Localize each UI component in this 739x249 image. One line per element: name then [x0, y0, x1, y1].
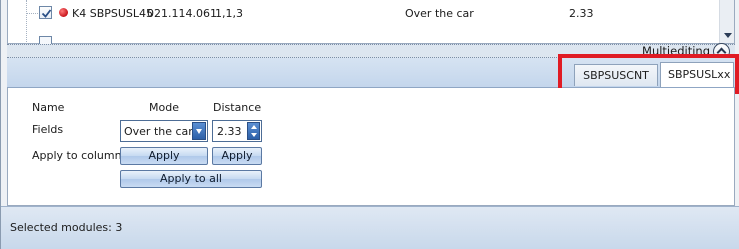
fields-label: Fields	[32, 123, 64, 136]
apply-to-column-label: Apply to column	[32, 149, 122, 162]
module-checkbox[interactable]	[39, 6, 52, 19]
dropdown-button[interactable]	[192, 122, 206, 140]
list-scrollbar[interactable]	[719, 0, 734, 43]
module-code: 021.114.061	[147, 7, 217, 20]
status-dot-icon	[59, 8, 68, 17]
multiediting-window: K4 SBPSUSL45 021.114.061 1,1,3 Over the …	[0, 0, 739, 249]
name-header: Name	[32, 101, 65, 114]
mode-select[interactable]: Over the car	[120, 120, 208, 142]
tree-branch	[26, 13, 38, 14]
module-mode: Over the car	[405, 7, 474, 20]
next-row-checkbox[interactable]	[39, 36, 52, 44]
apply-distance-button[interactable]: Apply	[212, 147, 262, 165]
distance-header: Distance	[213, 101, 262, 114]
module-version: 1,1,3	[215, 7, 243, 20]
apply-to-all-button[interactable]: Apply to all	[120, 170, 262, 188]
distance-value[interactable]: 2.33	[217, 125, 242, 138]
module-list: K4 SBPSUSL45 021.114.061 1,1,3 Over the …	[7, 0, 735, 44]
spin-up-icon[interactable]	[251, 125, 257, 129]
checkmark-icon	[41, 9, 52, 18]
module-distance: 2.33	[569, 7, 594, 20]
mode-select-value: Over the car	[124, 125, 193, 138]
tree-line	[26, 0, 27, 44]
distance-spinner[interactable]: 2.33	[212, 120, 262, 142]
scroll-down-icon[interactable]	[724, 33, 732, 38]
mode-header: Mode	[149, 101, 179, 114]
chevron-down-icon	[196, 129, 202, 134]
spin-down-icon[interactable]	[251, 133, 257, 137]
spinner-buttons[interactable]	[247, 122, 260, 140]
status-bar: Selected modules: 3	[1, 206, 739, 249]
module-name[interactable]: K4 SBPSUSL45	[72, 7, 153, 20]
status-text: Selected modules: 3	[10, 221, 123, 234]
apply-mode-button[interactable]: Apply	[120, 147, 208, 165]
multiedit-form: Name Mode Distance Fields Over the car 2…	[7, 88, 735, 206]
